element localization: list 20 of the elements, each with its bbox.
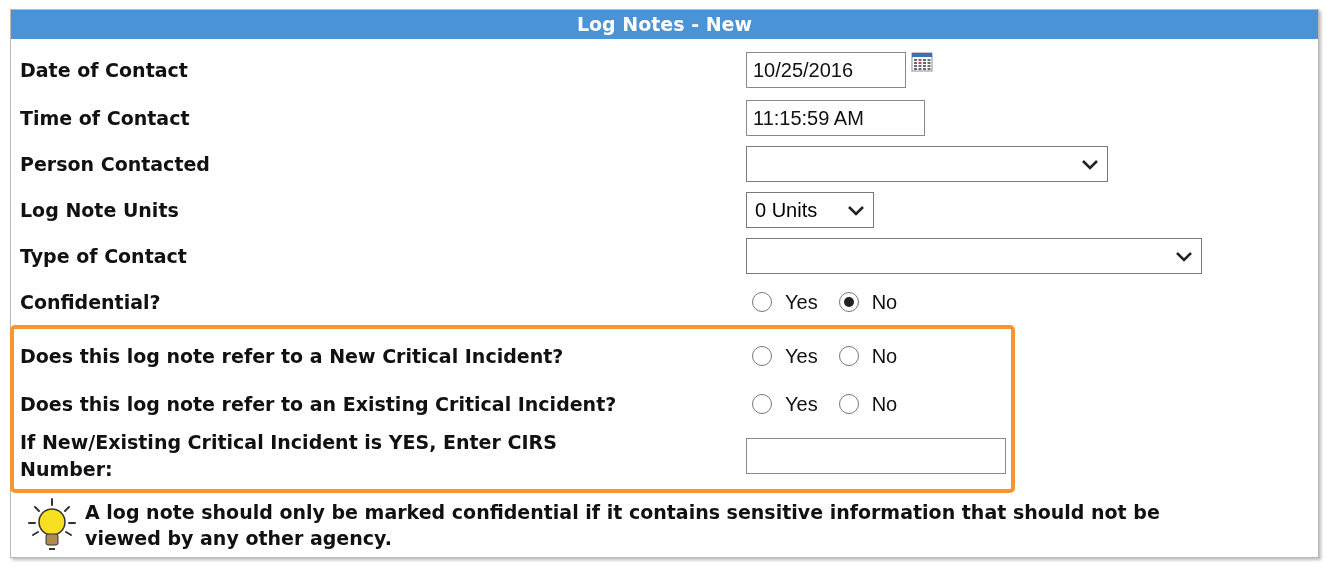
field-label: If New/Existing Critical Incident is YES, Enter CIRS Number:: [20, 430, 558, 482]
field-label: Time of Contact: [20, 105, 191, 131]
field-label: Type of Contact: [20, 243, 188, 269]
radio-option[interactable]: Yes: [752, 392, 818, 416]
dropdown[interactable]: 0 Units: [746, 192, 874, 228]
field-label: Does this log note refer to a New Critical Incident?: [20, 343, 565, 369]
field-label: Confidential?: [20, 289, 162, 315]
panel-title: Log Notes - New: [11, 10, 1318, 39]
date-field[interactable]: 10/25/2016: [746, 52, 906, 88]
radio-option[interactable]: Yes: [752, 344, 818, 368]
radio-option[interactable]: No: [838, 392, 898, 416]
radio-option[interactable]: No: [838, 290, 898, 314]
field-label: Date of Contact: [20, 57, 189, 83]
field-label: Log Note Units: [20, 197, 180, 223]
radio-option[interactable]: Yes: [752, 290, 818, 314]
field-label: Does this log note refer to an Existing Critical Incident?: [20, 391, 618, 417]
field-label: Person Contacted: [20, 151, 211, 177]
tip-text: A log note should only be marked confidential if it contains sensitive information that should not be viewed by any other agency.: [85, 500, 1161, 551]
text-field[interactable]: 11:15:59 AM: [746, 100, 925, 136]
radio-option[interactable]: No: [838, 344, 898, 368]
